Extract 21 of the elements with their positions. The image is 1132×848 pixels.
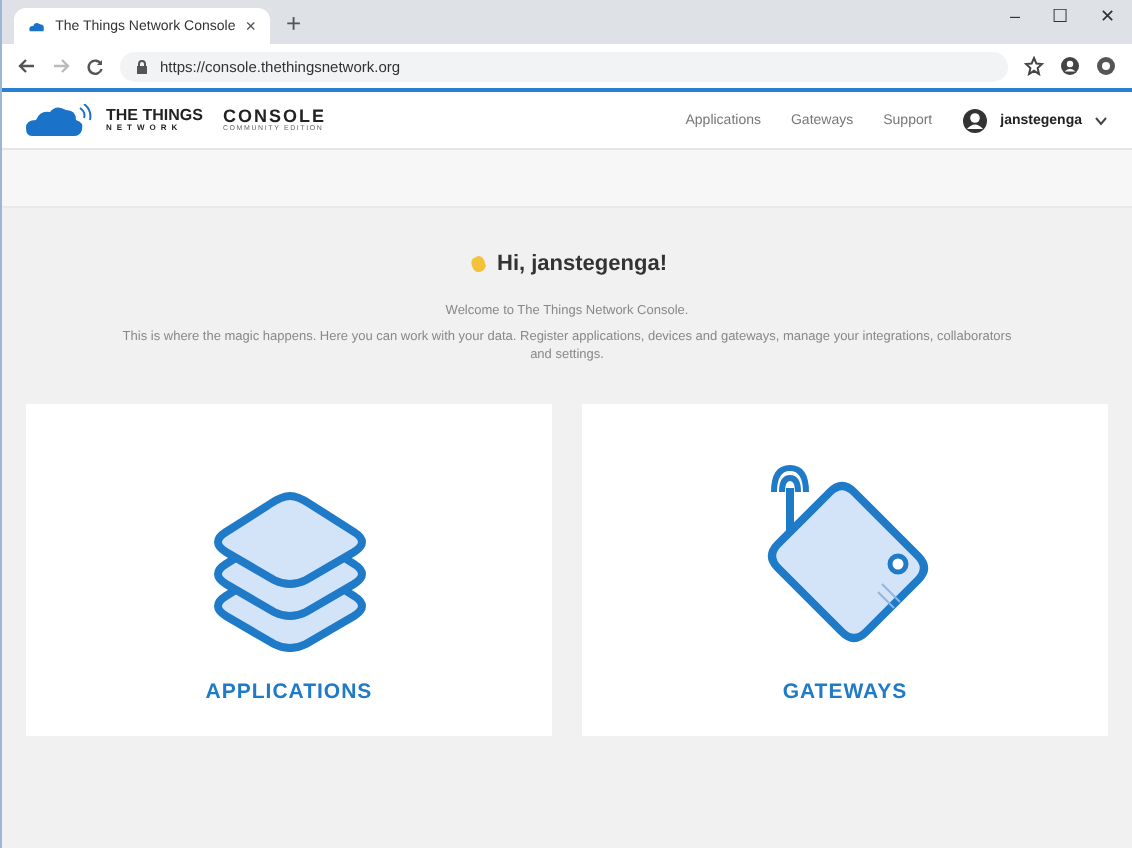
extension-icon[interactable] <box>1096 56 1116 76</box>
dashboard-card[interactable]: APPLICATIONS <box>26 404 552 737</box>
window-control[interactable]: – <box>1009 6 1020 26</box>
account-icon[interactable] <box>1060 56 1080 76</box>
reload-icon[interactable] <box>86 57 104 75</box>
lock-icon <box>136 59 148 73</box>
back-icon[interactable] <box>18 58 36 74</box>
cloud-icon <box>28 20 46 32</box>
tab-close-button[interactable]: × <box>245 16 256 36</box>
user-avatar-icon[interactable] <box>962 107 989 133</box>
card-title: APPLICATIONS <box>205 680 373 705</box>
logo-wordmark: THE THINGS <box>106 108 203 124</box>
new-tab-button[interactable]: + <box>286 8 302 38</box>
dashboard-card[interactable]: GATEWAYS <box>582 404 1108 737</box>
window-control[interactable]: ☐ <box>1052 6 1068 26</box>
star-icon[interactable] <box>1024 56 1044 76</box>
cloud-logo-icon <box>26 104 94 136</box>
chevron-down-icon[interactable] <box>1094 115 1108 125</box>
window-control[interactable]: ✕ <box>1100 6 1116 26</box>
card-title: GATEWAYS <box>782 680 908 705</box>
greeting-heading: Hi, janstegenga! <box>497 252 667 276</box>
